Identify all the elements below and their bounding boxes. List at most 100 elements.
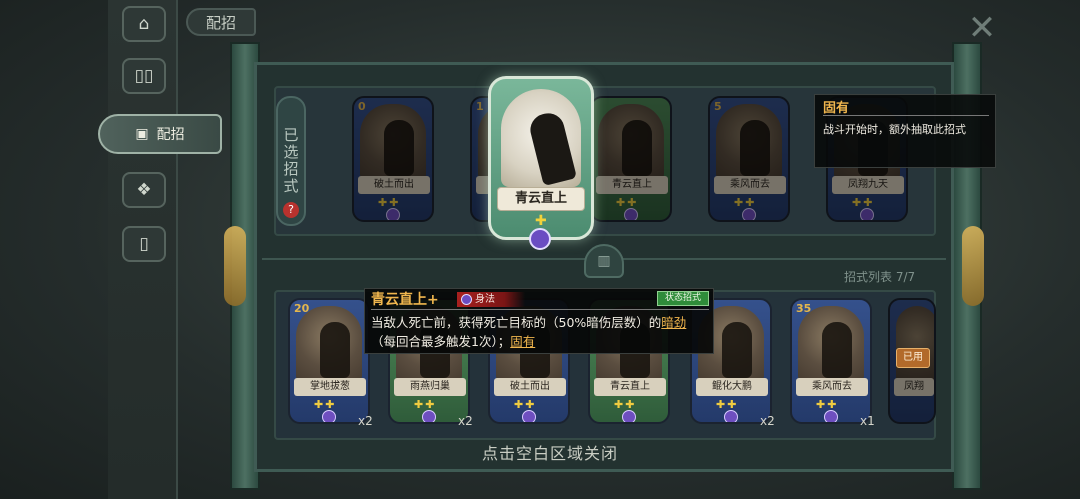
- type-icon: [724, 410, 738, 422]
- card-cost: 20: [294, 302, 310, 315]
- card-art: [360, 104, 426, 180]
- used-badge: 已用: [896, 348, 930, 368]
- figure-silhouette: [822, 322, 852, 378]
- loadout-tab-label: 配招: [156, 127, 185, 143]
- figure-silhouette: [384, 120, 414, 176]
- cards-button[interactable]: ▯▯: [122, 58, 166, 94]
- card-name: 破土而出: [358, 176, 430, 194]
- upgrade-icon: ✚✚: [816, 398, 839, 411]
- card-name: 青云直上: [596, 176, 668, 194]
- upgrade-icon: ✚✚: [614, 398, 637, 411]
- single-card-button[interactable]: ▯: [122, 226, 166, 262]
- cards-icon: ▯▯: [134, 66, 154, 86]
- keyword-link[interactable]: 暗劲: [661, 315, 686, 330]
- card-name: 青云直上: [594, 378, 666, 396]
- help-button[interactable]: ?: [283, 202, 299, 218]
- figure-silhouette: [622, 120, 652, 176]
- detail-body-text: 当敌人死亡前，获得死亡目标的（50%暗伤层数）的: [371, 315, 662, 330]
- movement-type-icon: [529, 228, 551, 250]
- tooltip-divider: [823, 115, 989, 116]
- loadout-tab[interactable]: ▣ 配招: [98, 114, 222, 154]
- selected-card[interactable]: 0 破土而出 ✚✚: [352, 96, 434, 222]
- emblem-button[interactable]: ❖: [122, 172, 166, 208]
- type-icon: [860, 208, 874, 220]
- card-name: 乘风而去: [796, 378, 868, 396]
- upgrade-icon: ✚✚: [514, 398, 537, 411]
- card-name: 破土而出: [494, 378, 566, 396]
- featured-card-name: 青云直上: [497, 187, 585, 211]
- card-art: [716, 104, 782, 180]
- list-card[interactable]: 35 乘风而去 ✚✚: [790, 298, 872, 424]
- figure-silhouette: [527, 109, 577, 187]
- upgrade-icon: ✚✚: [616, 196, 639, 209]
- card-name: 掌地拔葱: [294, 378, 366, 396]
- card-list-label: 招式列表: [844, 270, 893, 284]
- card-name: 乘风而去: [714, 176, 786, 194]
- card-art: [598, 104, 664, 180]
- type-icon: [522, 410, 536, 422]
- card-list-number: 7/7: [895, 270, 916, 284]
- emblem-icon: ❖: [136, 180, 152, 200]
- selected-card[interactable]: 5 乘风而去 ✚✚: [708, 96, 790, 222]
- type-icon: [622, 410, 636, 422]
- home-button[interactable]: ⌂: [122, 6, 166, 42]
- card-cost: 1: [476, 100, 484, 113]
- card-cost: 5: [714, 100, 722, 113]
- type-icon: [824, 410, 838, 422]
- tassel-ornament-left: [224, 226, 246, 306]
- figure-silhouette: [320, 322, 350, 378]
- loadout-icon: ▣: [135, 126, 149, 142]
- upgrade-icon: ✚: [535, 213, 547, 229]
- type-icon: [386, 208, 400, 220]
- movement-type-icon: [461, 294, 472, 305]
- list-card[interactable]: 20 掌地拔葱 ✚✚: [288, 298, 370, 424]
- card-count: x2: [358, 414, 373, 428]
- card-detail-popup: 青云直上+ 身法 状态招式 当敌人死亡前，获得死亡目标的（50%暗伤层数）的暗劲…: [364, 288, 714, 354]
- selected-card[interactable]: 青云直上 ✚✚: [590, 96, 672, 222]
- upgrade-icon: ✚✚: [314, 398, 337, 411]
- card-art: [501, 89, 581, 187]
- upgrade-icon: ✚✚: [378, 196, 401, 209]
- keyword-tooltip: 固有 战斗开始时，额外抽取此招式: [814, 94, 996, 168]
- upgrade-icon: ✚✚: [734, 196, 757, 209]
- card-name: 凤翔九天: [832, 176, 904, 194]
- card-single-icon: ▯: [139, 234, 149, 254]
- close-button[interactable]: ✕: [964, 10, 1000, 46]
- type-icon: [322, 410, 336, 422]
- detail-title: 青云直上+: [371, 292, 439, 308]
- detail-divider: [371, 309, 709, 310]
- card-art: [296, 306, 362, 382]
- page-title: 配招: [186, 8, 256, 36]
- card-count: x1: [860, 414, 875, 428]
- card-name: 鲲化大鹏: [696, 378, 768, 396]
- featured-card[interactable]: 青云直上 ✚: [488, 76, 594, 240]
- tooltip-title: 固有: [823, 101, 850, 116]
- card-count: x2: [760, 414, 775, 428]
- type-icon: [422, 410, 436, 422]
- upgrade-icon: ✚✚: [716, 398, 739, 411]
- status-badge: 状态招式: [657, 291, 709, 306]
- keyword-link[interactable]: 固有: [510, 334, 535, 349]
- type-icon: [742, 208, 756, 220]
- card-name: 凤翔: [894, 378, 934, 396]
- home-icon: ⌂: [138, 14, 150, 34]
- detail-body-text: （每回合最多触发1次）；: [371, 334, 511, 349]
- tooltip-body: 战斗开始时，额外抽取此招式: [823, 123, 966, 136]
- close-hint[interactable]: 点击空白区域关闭: [460, 440, 640, 464]
- deck-icon: ▥: [597, 253, 611, 269]
- figure-silhouette: [740, 120, 770, 176]
- detail-body: 当敌人死亡前，获得死亡目标的（50%暗伤层数）的暗劲 （每回合最多触发1次）；固有: [371, 313, 711, 351]
- deck-toggle-button[interactable]: ▥: [584, 244, 624, 278]
- upgrade-icon: ✚✚: [852, 196, 875, 209]
- card-cost: 0: [358, 100, 366, 113]
- card-count: x2: [458, 414, 473, 428]
- card-list-count: 招式列表 7/7: [844, 268, 915, 285]
- card-cost: 35: [796, 302, 812, 315]
- card-art: [896, 306, 934, 382]
- card-art: [798, 306, 864, 382]
- type-icon: [624, 208, 638, 220]
- upgrade-icon: ✚✚: [414, 398, 437, 411]
- tassel-ornament-right: [962, 226, 984, 306]
- card-name: 雨燕归巢: [394, 378, 466, 396]
- figure-silhouette: [722, 322, 752, 378]
